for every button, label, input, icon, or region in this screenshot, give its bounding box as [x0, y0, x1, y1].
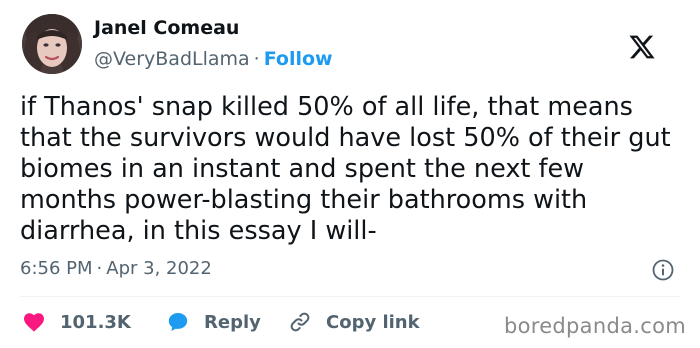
- tweet-text: if Thanos' snap killed 50% of all life, …: [20, 92, 671, 246]
- copy-link-label: Copy link: [326, 311, 420, 333]
- info-icon[interactable]: [651, 258, 675, 282]
- avatar-image: [22, 14, 82, 74]
- author-handle-row: @VeryBadLlama · Follow: [94, 47, 333, 71]
- like-count: 101.3K: [60, 311, 131, 333]
- reply-label: Reply: [204, 311, 261, 333]
- follow-button[interactable]: Follow: [264, 48, 333, 70]
- reply-button[interactable]: Reply: [166, 309, 261, 335]
- tweet-time: 6:56 PM: [20, 258, 93, 279]
- link-icon: [290, 312, 310, 332]
- avatar[interactable]: [22, 14, 82, 74]
- separator-dot: ·: [253, 48, 260, 70]
- x-logo-icon[interactable]: [628, 33, 656, 61]
- timestamp-separator: ·: [96, 258, 103, 279]
- author-handle[interactable]: @VeryBadLlama: [94, 48, 250, 70]
- watermark: boredpanda.com: [503, 314, 686, 338]
- tweet-header: Janel Comeau @VeryBadLlama · Follow: [22, 14, 682, 74]
- divider: [20, 296, 680, 297]
- like-button[interactable]: 101.3K: [22, 309, 131, 335]
- tweet-card: Janel Comeau @VeryBadLlama · Follow if Tha…: [0, 0, 700, 348]
- tweet-date: Apr 3, 2022: [106, 258, 212, 279]
- speech-bubble-icon: [168, 313, 188, 331]
- author-name[interactable]: Janel Comeau: [94, 16, 239, 40]
- copy-link-button[interactable]: Copy link: [288, 309, 420, 335]
- tweet-timestamp[interactable]: 6:56 PM · Apr 3, 2022: [20, 257, 212, 281]
- heart-icon: [24, 313, 44, 332]
